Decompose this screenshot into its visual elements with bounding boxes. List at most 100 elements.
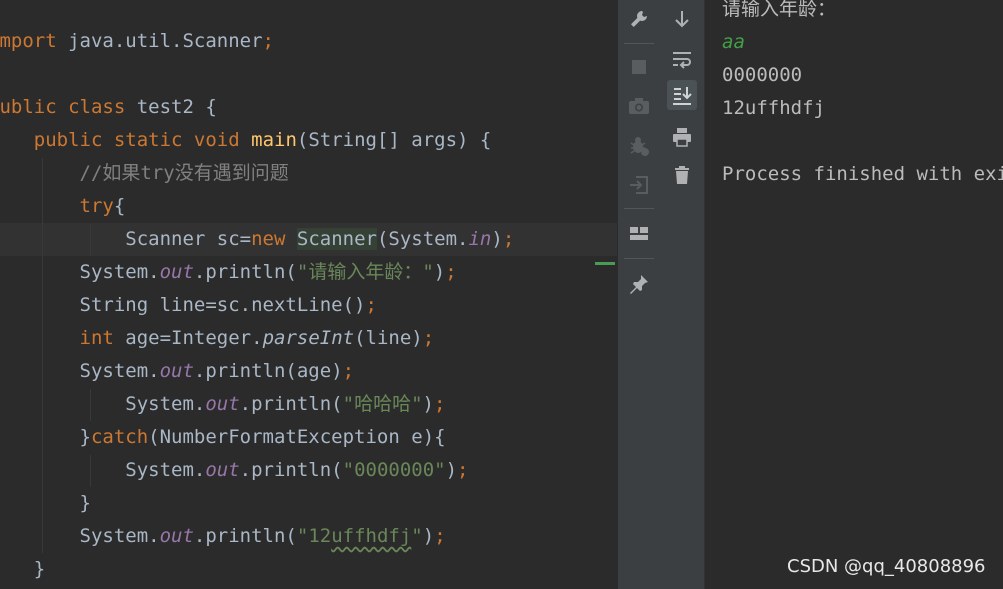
toolbar-divider (624, 43, 654, 44)
watermark: CSDN @qq_40808896 (787, 556, 986, 577)
code-token: System. (0, 525, 160, 547)
print-icon[interactable] (667, 122, 697, 152)
code-token: out (159, 360, 194, 382)
code-line: System.out.println("请输入年龄："); (0, 256, 457, 289)
code-token: ; (445, 261, 457, 283)
code-token: ) (422, 393, 434, 415)
code-line: public static void main(String[] args) { (0, 124, 492, 157)
code-token: (NumberFormatException e){ (148, 426, 446, 448)
code-token: import (0, 30, 57, 52)
code-token: main (251, 129, 297, 151)
code-token: parseInt (262, 327, 355, 349)
code-token: System. (0, 261, 160, 283)
run-console[interactable]: 请输入年龄： aa 0000000 12uffhdfj Process fini… (705, 0, 1003, 589)
code-line: System.out.println("0000000"); (0, 454, 468, 487)
code-token: System. (0, 360, 160, 382)
code-line: } (0, 487, 91, 520)
code-token: "哈哈哈" (342, 393, 423, 415)
code-token: java.util.Scanner (68, 30, 263, 52)
code-token: (System. (376, 228, 469, 250)
code-editor[interactable]: import java.util.Scanner; public class te… (0, 0, 617, 589)
code-token: test2 { (136, 96, 217, 118)
code-line: System.out.println(age); (0, 355, 355, 388)
code-token: (line) (354, 327, 423, 349)
code-token: .println(age) (193, 360, 343, 382)
code-token: uffhdfj (331, 525, 412, 547)
code-token: ; (262, 30, 274, 52)
run-toolbar-left (617, 0, 661, 589)
debug-bug-icon[interactable] (624, 131, 654, 161)
code-token: new (251, 228, 297, 250)
code-line: //如果try没有遇到问题 (0, 157, 289, 190)
code-line: try{ (0, 190, 126, 223)
code-token: " (411, 525, 423, 547)
code-token: age=Integer. (125, 327, 263, 349)
code-token: public (0, 129, 114, 151)
code-token: .println( (239, 393, 343, 415)
code-token: in (468, 228, 492, 250)
code-line: System.out.println("12uffhdfj"); (0, 520, 446, 553)
layout-icon[interactable] (624, 219, 654, 249)
pin-icon[interactable] (624, 269, 654, 299)
code-token: ) (433, 261, 446, 283)
code-token: static (113, 129, 194, 151)
code-token: .println( (193, 261, 297, 283)
code-token: out (159, 261, 194, 283)
code-token: .println( (193, 525, 297, 547)
code-line: System.out.println("哈哈哈"); (0, 388, 445, 421)
code-line: } (0, 553, 45, 586)
code-token: try (0, 195, 114, 217)
arrow-down-icon[interactable] (667, 4, 697, 34)
code-token: ) (445, 459, 458, 481)
code-token: "请输入年龄：" (296, 261, 434, 283)
code-token: ; (434, 525, 446, 547)
code-token: System. (0, 459, 206, 481)
code-token: //如果try没有遇到问题 (0, 162, 289, 184)
code-token: "0000000" (342, 459, 446, 481)
code-token: { (113, 195, 126, 217)
code-token: ; (342, 360, 355, 382)
console-exit-message: Process finished with exit code 0 (722, 163, 1003, 185)
code-token: Scanner (296, 228, 377, 250)
code-token: ; (433, 393, 446, 415)
console-output-line: 12uffhdfj (722, 97, 825, 119)
code-token: (String[] args) { (296, 129, 492, 151)
code-line: String line=sc.nextLine(); (0, 289, 377, 322)
code-token: out (159, 525, 194, 547)
scroll-to-end-icon[interactable] (667, 80, 697, 110)
error-stripe-marker[interactable] (595, 262, 615, 265)
console-output-line: 0000000 (722, 64, 803, 86)
code-token: ; (365, 294, 377, 316)
code-token: void (193, 129, 252, 151)
code-token: class (68, 96, 137, 118)
code-token: } (79, 492, 91, 514)
login-icon[interactable] (624, 170, 654, 200)
code-line: public class test2 { (0, 91, 217, 124)
code-line: }catch(NumberFormatException e){ (0, 421, 446, 454)
soft-wrap-icon[interactable] (667, 44, 697, 74)
stop-icon[interactable] (624, 52, 654, 82)
code-line: import java.util.Scanner; (0, 25, 274, 58)
console-user-input: aa (722, 31, 745, 53)
code-token: ; (457, 459, 469, 481)
code-token: ; (422, 327, 435, 349)
run-toolbar-right (660, 0, 705, 589)
code-token: ; (502, 228, 515, 250)
wrench-icon[interactable] (624, 4, 654, 34)
code-token: ) (491, 228, 503, 250)
toolbar-divider (624, 208, 654, 209)
console-prompt: 请输入年龄： (722, 0, 837, 20)
trash-icon[interactable] (667, 160, 697, 190)
code-token: Scanner sc= (0, 228, 252, 250)
code-token: out (205, 393, 240, 415)
code-token: public (0, 96, 57, 118)
code-token: ) (422, 525, 435, 547)
camera-icon[interactable] (624, 91, 654, 121)
code-token: } (79, 426, 91, 448)
code-token: System. (0, 393, 206, 415)
code-token: "12 (296, 525, 332, 547)
code-line: int age=Integer.parseInt(line); (0, 322, 435, 355)
toolbar-divider (624, 258, 654, 259)
code-token: .println( (239, 459, 343, 481)
code-token: String line=sc.nextLine() (0, 294, 366, 316)
